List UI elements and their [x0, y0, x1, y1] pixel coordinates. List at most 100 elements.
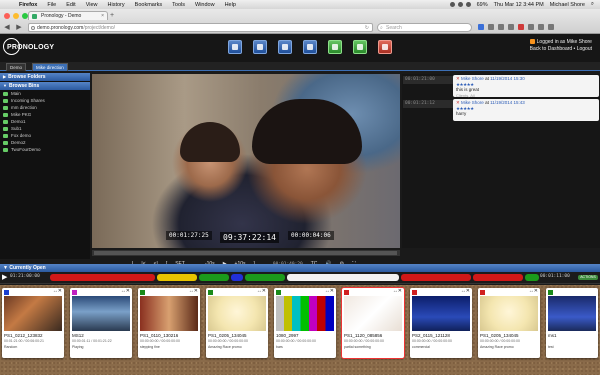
menu-edit[interactable]: Edit — [61, 2, 80, 8]
clip-controls-icon[interactable]: ↔✕ — [529, 288, 538, 294]
clip-controls-icon[interactable]: ↔✕ — [189, 288, 198, 294]
bookmark-star-icon[interactable] — [478, 24, 484, 30]
clip-card[interactable]: ↔✕ PS1_1120_085856 00:00:00:00 / 00:00:0… — [342, 288, 404, 358]
clip-card[interactable]: ↔✕ MS12 00:00:01:11 / 00:01:21:22 Playin… — [70, 288, 132, 358]
tab-demo[interactable]: Demo — [6, 63, 27, 71]
bin-item[interactable]: Sub1 — [0, 125, 90, 132]
bin-item[interactable]: TwoFourDemo — [0, 146, 90, 153]
clip-card[interactable]: ms1 test — [546, 288, 598, 358]
clip-controls-icon[interactable]: ↔✕ — [121, 288, 130, 294]
folder-icon — [3, 133, 8, 138]
status-icon[interactable] — [457, 2, 463, 7]
bin-item[interactable]: Main — [0, 90, 90, 97]
close-window-icon[interactable] — [4, 13, 10, 19]
currently-open-header[interactable]: ▼ Currently Open — [0, 264, 600, 272]
spotlight-icon[interactable]: ⌕ — [591, 1, 594, 8]
clip-card[interactable]: ↔✕ PS1_0205_134045 00:00:00:00 / 00:00:0… — [478, 288, 540, 358]
wifi-icon[interactable] — [465, 2, 471, 7]
comment-item[interactable]: 00:01:21:12 ✕ Mike Shore at 11/19/2014 1… — [402, 99, 600, 121]
monitor-icon[interactable] — [253, 40, 267, 54]
comment-timecode[interactable]: 00:01:21:12 — [403, 100, 453, 108]
pronology-logo[interactable]: PRONOLOGY — [3, 38, 54, 56]
battery-percent[interactable]: 69% — [477, 2, 488, 8]
timeline-segment[interactable] — [473, 274, 523, 281]
clip-controls-icon[interactable]: ↔✕ — [325, 288, 334, 294]
bin-item[interactable]: Mike PKG — [0, 111, 90, 118]
status-icons[interactable] — [449, 2, 471, 7]
menu-tools[interactable]: Tools — [167, 2, 190, 8]
clip-card[interactable]: ↔✕ PS1_0205_134045 00:00:00:00 / 00:00:0… — [206, 288, 268, 358]
forward-icon[interactable]: ▶ — [14, 23, 24, 32]
addon-icon[interactable] — [538, 24, 544, 30]
clip-card[interactable]: ↔✕ 1080_2997 00:00:00:00 / 00:00:00:00 b… — [274, 288, 336, 358]
seek-bar[interactable] — [92, 250, 400, 256]
browser-toolbar: ◀ ▶ demo.pronology.com/project/demo/ ↻ ⌕… — [0, 21, 600, 33]
timeline-segment[interactable] — [157, 274, 197, 281]
bin-item[interactable]: Demo2 — [0, 139, 90, 146]
menu-history[interactable]: History — [103, 2, 130, 8]
back-icon[interactable]: ◀ — [2, 23, 12, 32]
bin-item[interactable]: Fox demo — [0, 132, 90, 139]
menu-bookmarks[interactable]: Bookmarks — [130, 2, 168, 8]
timeline[interactable]: ▶ 01:21:00:00 00:01:11:00 ACTIONS — [0, 272, 600, 284]
clip-card[interactable]: ↔✕ PS2_0115_121128 00:00:00:00 / 00:00:0… — [410, 288, 472, 358]
browse-folders-header[interactable]: ▶ Browse Folders — [0, 73, 90, 81]
comment-timecode[interactable]: 00:01:21:00 — [403, 76, 453, 84]
menubar-user[interactable]: Michael Shore — [550, 2, 585, 8]
clip-controls-icon[interactable]: ↔✕ — [393, 288, 402, 294]
timeline-segment[interactable] — [245, 274, 285, 281]
addon-icon[interactable] — [528, 24, 534, 30]
clip-controls-icon[interactable]: ↔✕ — [461, 288, 470, 294]
rss-icon[interactable] — [529, 39, 535, 45]
clip-controls-icon[interactable]: ↔✕ — [257, 288, 266, 294]
bin-item[interactable]: Incoming Shares — [0, 97, 90, 104]
video-player[interactable]: 00:01:27:25 09:37:22:14 00:00:04:06 — [92, 74, 400, 248]
comment-delete-icon[interactable]: ✕ — [456, 100, 460, 105]
menu-file[interactable]: File — [42, 2, 61, 8]
downloads-icon[interactable] — [498, 24, 504, 30]
reload-icon[interactable]: ↻ — [365, 24, 369, 32]
minimize-window-icon[interactable] — [13, 13, 19, 19]
clip-controls-icon[interactable]: ↔✕ — [53, 288, 62, 294]
bin-item[interactable]: Demo1 — [0, 118, 90, 125]
search-tool-icon[interactable] — [303, 40, 317, 54]
expand-arrow-icon: ▶ — [3, 74, 7, 79]
comment-item[interactable]: 00:01:21:00 ✕ Mike Shore at 11/19/2014 1… — [402, 75, 600, 98]
addon-icon[interactable] — [518, 24, 524, 30]
logout-link[interactable]: Logout — [577, 46, 592, 52]
bookmarks-icon[interactable] — [488, 24, 494, 30]
menu-window[interactable]: Window — [190, 2, 220, 8]
timeline-segment[interactable] — [525, 274, 539, 281]
timeline-segment[interactable] — [287, 274, 399, 281]
close-tab-icon[interactable]: × — [101, 12, 104, 21]
menu-view[interactable]: View — [81, 2, 103, 8]
timeline-segment[interactable] — [401, 274, 471, 281]
add-icon[interactable] — [328, 40, 342, 54]
status-icon[interactable] — [449, 2, 455, 7]
new-tab-icon[interactable]: + — [110, 12, 114, 19]
search-input[interactable]: ⌕ Search — [377, 22, 472, 32]
timeline-segment[interactable] — [231, 274, 243, 281]
share-icon[interactable] — [353, 40, 367, 54]
save-icon[interactable] — [278, 40, 292, 54]
menu-app-firefox[interactable]: Firefox — [14, 2, 42, 8]
actions-button[interactable]: ACTIONS — [578, 275, 598, 280]
settings-icon[interactable] — [378, 40, 392, 54]
timeline-segment[interactable] — [50, 274, 155, 281]
timeline-segment[interactable] — [199, 274, 229, 281]
browse-bins-header[interactable]: ▼ Browse Bins — [0, 82, 90, 90]
bin-item[interactable]: mm direction — [0, 104, 90, 111]
menu-icon[interactable] — [548, 24, 554, 30]
tab-mike-direction[interactable]: Mike direction — [32, 63, 68, 71]
comment-delete-icon[interactable]: ✕ — [456, 76, 460, 81]
url-bar[interactable]: demo.pronology.com/project/demo/ ↻ — [28, 22, 373, 32]
browser-tab[interactable]: Pronology - Demo × — [28, 11, 108, 20]
back-to-dashboard-link[interactable]: Back to Dashboard — [530, 46, 573, 52]
menu-help[interactable]: Help — [220, 2, 241, 8]
menubar-clock[interactable]: Thu Mar 12 3:44 PM — [494, 2, 544, 8]
clip-card[interactable]: ↔✕ PS1_0212_123832 00:01:21:00 / 00:06:0… — [2, 288, 64, 358]
home-icon[interactable] — [508, 24, 514, 30]
timeline-play-icon[interactable]: ▶ — [2, 273, 7, 281]
clip-card[interactable]: ↔✕ PS1_0110_130216 00:00:00:00 / 00:00:0… — [138, 288, 200, 358]
import-icon[interactable] — [228, 40, 242, 54]
